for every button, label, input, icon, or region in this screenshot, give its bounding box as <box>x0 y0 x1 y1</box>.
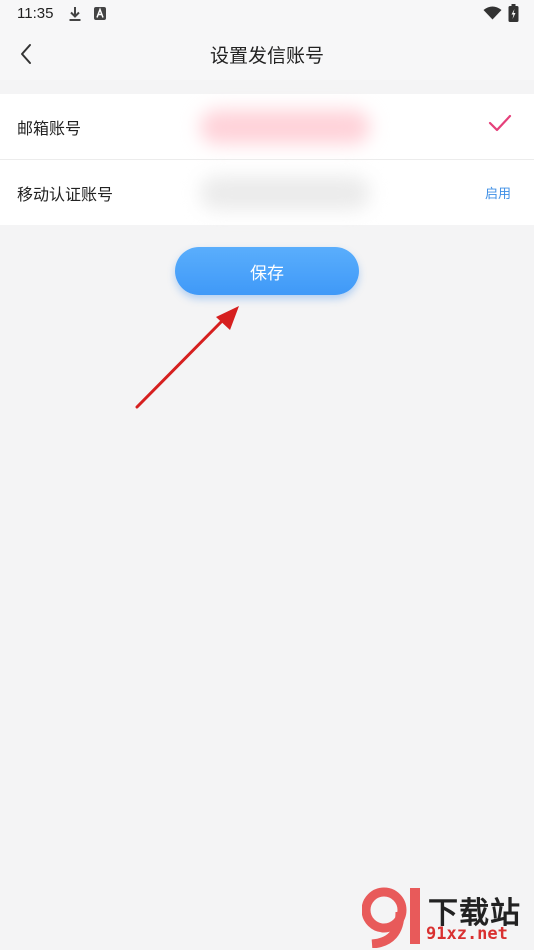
watermark: 下载站 91xz.net <box>362 882 532 948</box>
watermark-site-text: 91xz.net <box>426 924 508 944</box>
watermark-logo <box>362 887 420 948</box>
red-arrow-annotation <box>135 306 239 409</box>
